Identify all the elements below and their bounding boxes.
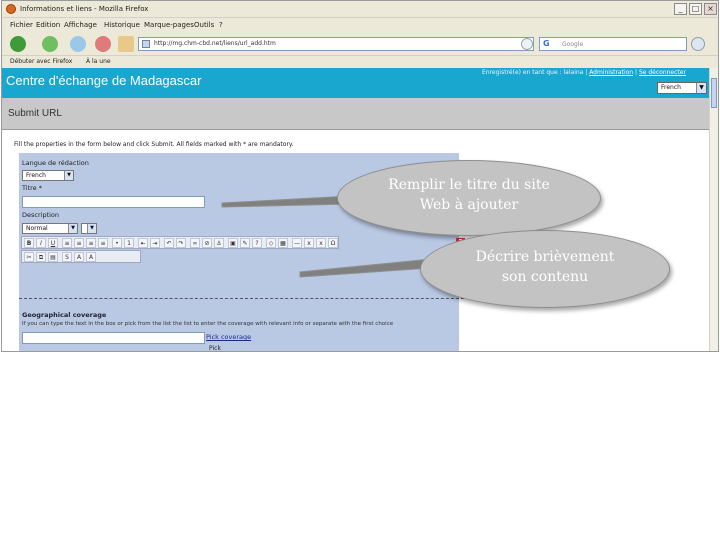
description-callout: Décrire brièvement son contenu bbox=[420, 230, 670, 308]
description-callout-line-2: son contenu bbox=[501, 269, 589, 285]
title-callout-line-2: Web à ajouter bbox=[419, 197, 519, 213]
title-callout: Remplir le titre du site Web à ajouter bbox=[337, 160, 601, 236]
description-callout-pointer bbox=[299, 258, 433, 278]
description-callout-line-1: Décrire brièvement bbox=[475, 249, 615, 265]
title-callout-line-1: Remplir le titre du site bbox=[388, 177, 550, 193]
title-callout-pointer bbox=[221, 195, 351, 208]
